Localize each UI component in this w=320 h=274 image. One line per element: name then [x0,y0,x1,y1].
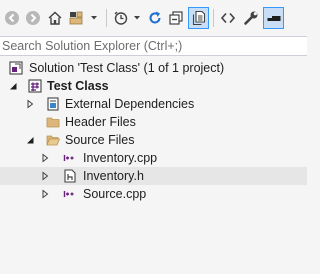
switch-views-button[interactable] [67,8,101,28]
solution-tree: Solution 'Test Class' (1 of 1 project) T… [0,58,307,274]
properties-button[interactable] [241,8,261,28]
forward-button[interactable] [24,8,42,28]
collapse-all-button[interactable] [167,8,185,28]
expanded-arrow-icon[interactable] [25,135,35,145]
view-code-button[interactable] [218,8,238,28]
collapsed-arrow-icon[interactable] [40,189,50,199]
folder-open-icon [46,135,60,146]
forward-icon [26,11,40,25]
source-files-label: Source Files [65,133,135,147]
solution-icon [9,61,23,75]
tree-item-file[interactable]: Inventory.cpp [0,149,307,167]
toolbar-separator [213,9,214,27]
header-file-icon [64,169,76,183]
expanded-arrow-icon[interactable] [8,81,18,91]
sync-icon [149,11,161,24]
tree-item-solution[interactable]: Solution 'Test Class' (1 of 1 project) [0,59,307,77]
solution-label: Solution 'Test Class' (1 of 1 project) [29,61,225,75]
back-icon [5,11,19,25]
tree-item-source-files[interactable]: Source Files [0,131,307,149]
collapsed-arrow-icon[interactable] [40,153,50,163]
home-icon [48,11,62,25]
project-label: Test Class [47,79,109,93]
tree-item-header-files[interactable]: Header Files [0,113,307,131]
view-code-icon [220,12,236,24]
collapse-all-icon [169,11,183,25]
pending-changes-icon [114,11,140,25]
search-box[interactable]: Search Solution Explorer (Ctrl+;) [0,36,307,56]
tree-item-file[interactable]: Source.cpp [0,185,307,203]
file-label: Source.cpp [83,187,147,201]
back-button[interactable] [3,8,21,28]
toolbar-separator [106,9,107,27]
show-all-files-icon [192,10,205,26]
switch-views-icon [69,11,97,25]
sync-button[interactable] [146,8,164,28]
pending-changes-filter-button[interactable] [111,8,145,28]
tree-item-project[interactable]: Test Class [0,77,307,95]
cpp-file-icon [63,155,74,161]
cpp-file-icon [63,191,74,197]
show-all-files-button[interactable] [188,7,209,29]
cpp-project-icon [28,79,42,93]
preview-selected-items-button[interactable] [263,7,284,29]
external-dependencies-label: External Dependencies [65,97,195,111]
tree-item-external-dependencies[interactable]: External Dependencies [0,95,307,113]
folder-icon [46,117,60,128]
external-dependencies-icon [47,97,59,111]
home-button[interactable] [45,8,65,28]
preview-icon [267,16,280,21]
collapsed-arrow-icon[interactable] [25,99,35,109]
header-files-label: Header Files [65,115,136,129]
collapsed-arrow-icon[interactable] [40,171,50,181]
file-label: Inventory.cpp [83,151,158,165]
solution-explorer-toolbar [0,0,307,36]
tree-item-file[interactable]: Inventory.h [0,167,307,185]
properties-icon [244,11,258,25]
file-label: Inventory.h [83,169,144,183]
search-placeholder: Search Solution Explorer (Ctrl+;) [2,39,183,53]
